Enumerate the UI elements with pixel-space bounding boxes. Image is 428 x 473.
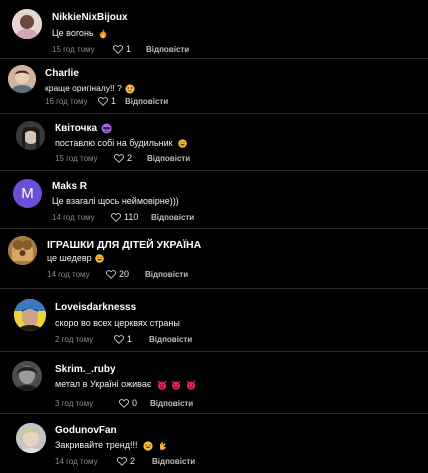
comment-text-body: Закривайте тренд!!! xyxy=(55,440,138,450)
avatar-letter: M xyxy=(21,185,34,202)
reply-button[interactable]: Відповісти xyxy=(152,457,195,466)
avatar[interactable] xyxy=(16,121,45,150)
like-button[interactable]: 110 xyxy=(111,212,138,222)
avatar[interactable] xyxy=(12,9,42,39)
comment-time: 2 год тому xyxy=(55,335,94,344)
comment-text: метал в Україні оживає xyxy=(55,379,196,390)
reply-button[interactable]: Відповісти xyxy=(125,97,168,106)
reply-button[interactable]: Відповісти xyxy=(151,213,194,222)
fire-emoji-icon xyxy=(99,28,107,39)
grin-emoji-icon xyxy=(178,139,187,148)
like-count: 1 xyxy=(111,96,117,106)
laugh-emoji-icon xyxy=(143,441,153,451)
comment-text: Це взагалі щось неймовірне))) xyxy=(52,196,179,206)
comment-time: 15 год тому xyxy=(55,154,98,163)
comment-item: Charlie краще оригіналу!! ? 16 год тому … xyxy=(0,59,428,114)
like-button[interactable]: 2 xyxy=(117,456,135,466)
comment-text-body: краще оригіналу!! ? xyxy=(45,83,122,93)
comment-item: Квіточка поставлю собі на будильник 15 г… xyxy=(0,114,428,170)
comment-text: це шедевр xyxy=(47,253,104,263)
like-count: 1 xyxy=(127,334,133,344)
comment-time: 3 год тому xyxy=(55,399,94,408)
comment-text: скоро во всех церквях страны xyxy=(55,318,180,328)
comment-author: Квіточка xyxy=(55,123,112,134)
comment-item: GodunovFan Закривайте тренд!!! 14 год то… xyxy=(0,414,428,473)
comment-item: NikkieNixBijoux Це вогонь 15 год тому 1 … xyxy=(0,0,428,58)
comment-author[interactable]: ІГРАШКИ ДЛЯ ДІТЕЙ УКРАЇНА xyxy=(47,239,201,251)
like-button[interactable]: 1 xyxy=(113,44,131,54)
reply-button[interactable]: Відповісти xyxy=(147,154,190,163)
comment-time: 14 год тому xyxy=(47,270,90,279)
comment-item: ІГРАШКИ ДЛЯ ДІТЕЙ УКРАЇНА це шедевр 14 г… xyxy=(0,229,428,288)
sticker-emoji-icon xyxy=(125,84,135,94)
like-count: 110 xyxy=(124,212,139,222)
avatar[interactable] xyxy=(8,65,36,93)
avatar[interactable]: M xyxy=(13,179,42,208)
comment-time: 16 год тому xyxy=(45,97,88,106)
heart-icon xyxy=(113,44,123,54)
like-count: 2 xyxy=(127,153,133,163)
comment-author[interactable]: NikkieNixBijoux xyxy=(52,12,128,23)
comment-time: 14 год тому xyxy=(52,213,95,222)
heart-icon xyxy=(119,398,129,408)
devil-emoji-icon xyxy=(157,380,167,390)
comment-time: 15 год тому xyxy=(52,45,95,54)
like-button[interactable]: 20 xyxy=(106,269,129,279)
comment-author[interactable]: Skrim._.ruby xyxy=(55,364,116,375)
reply-button[interactable]: Відповісти xyxy=(150,399,193,408)
comment-text-body: це шедевр xyxy=(47,253,92,263)
like-count: 1 xyxy=(126,44,132,54)
comment-text-body: Це вогонь xyxy=(52,28,94,38)
like-count: 0 xyxy=(132,398,138,408)
reply-button[interactable]: Відповісти xyxy=(149,335,192,344)
comment-item: M Maks R Це взагалі щось неймовірне))) 1… xyxy=(0,171,428,228)
comment-text-body: поставлю собі на будильник xyxy=(55,138,173,148)
comment-author[interactable]: GodunovFan xyxy=(55,425,117,436)
avatar[interactable] xyxy=(8,236,37,265)
heart-icon xyxy=(114,334,124,344)
comment-text: поставлю собі на будильник xyxy=(55,138,187,148)
comment-text: Це вогонь xyxy=(52,28,107,39)
like-button[interactable]: 1 xyxy=(98,96,116,106)
avatar[interactable] xyxy=(12,361,42,391)
comments-list: NikkieNixBijoux Це вогонь 15 год тому 1 … xyxy=(0,0,428,473)
devil-emoji-icon xyxy=(171,380,181,390)
avatar[interactable] xyxy=(14,299,46,331)
like-count: 20 xyxy=(119,269,130,279)
heart-icon xyxy=(117,456,127,466)
comment-item: Skrim._.ruby метал в Україні оживає 3 го… xyxy=(0,352,428,413)
comment-author[interactable]: Loveisdarknesss xyxy=(55,302,136,313)
comment-text: краще оригіналу!! ? xyxy=(45,83,135,94)
heart-icon xyxy=(98,96,108,106)
comment-author[interactable]: Charlie xyxy=(45,68,79,79)
comment-time: 14 год тому xyxy=(55,457,98,466)
like-count: 2 xyxy=(130,456,136,466)
reply-button[interactable]: Відповісти xyxy=(146,45,189,54)
purple-face-emoji-icon xyxy=(101,123,112,134)
heart-icon xyxy=(114,153,124,163)
heart-icon xyxy=(106,269,116,279)
hand-emoji-icon xyxy=(158,441,168,451)
comment-text: Закривайте тренд!!! xyxy=(55,440,168,451)
grin-emoji-icon xyxy=(95,254,104,263)
like-button[interactable]: 0 xyxy=(119,398,137,408)
devil-emoji-icon xyxy=(186,380,196,390)
avatar[interactable] xyxy=(16,423,46,453)
heart-icon xyxy=(111,212,121,222)
like-button[interactable]: 2 xyxy=(114,153,132,163)
comment-author[interactable]: Maks R xyxy=(52,181,87,192)
comment-author-name[interactable]: Квіточка xyxy=(55,123,97,134)
like-button[interactable]: 1 xyxy=(114,334,132,344)
reply-button[interactable]: Відповісти xyxy=(145,270,188,279)
comment-item: Loveisdarknesss скоро во всех церквях ст… xyxy=(0,289,428,351)
comment-text-body: метал в Україні оживає xyxy=(55,379,152,389)
